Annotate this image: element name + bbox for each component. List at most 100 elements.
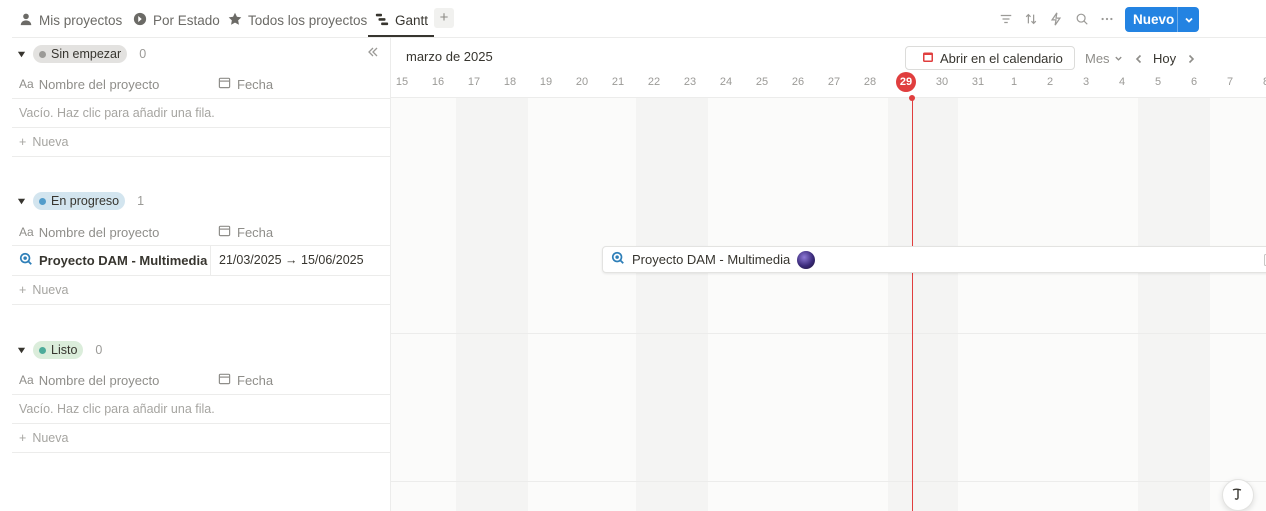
caret-down-icon[interactable] <box>17 343 27 358</box>
add-row-button[interactable]: + Nueva <box>12 423 390 452</box>
column-header-date[interactable]: Fecha <box>218 224 273 240</box>
plus-icon: + <box>19 283 27 297</box>
column-header-name[interactable]: Aa Nombre del proyecto <box>12 225 218 240</box>
day-label: 2 <box>1046 76 1054 88</box>
gantt-bar-label: Proyecto DAM - Multimedia <box>632 252 791 267</box>
today-line <box>912 98 913 511</box>
group-count: 0 <box>139 47 147 61</box>
table-row[interactable]: Proyecto DAM - Multimedia 21/03/2025 → 1… <box>12 245 390 275</box>
group-count: 0 <box>95 343 103 357</box>
column-header-row: Aa Nombre del proyecto Fecha <box>12 69 390 99</box>
add-view-button[interactable]: + <box>434 8 454 28</box>
status-label: En progreso <box>51 194 120 208</box>
project-date-cell[interactable]: 21/03/2025 → 15/06/2025 <box>211 253 364 267</box>
calendar-icon <box>218 372 231 388</box>
gantt-timeline[interactable]: marzo de 2025 Abrir en el calendario Mes… <box>390 38 1266 511</box>
day-label: 18 <box>503 76 517 88</box>
search-icon[interactable] <box>1074 11 1090 27</box>
day-label: 24 <box>719 76 733 88</box>
column-label: Nombre del proyecto <box>38 372 160 388</box>
more-icon[interactable] <box>1099 11 1115 27</box>
ai-assistant-button[interactable] <box>1222 479 1254 511</box>
group-header-en-progreso[interactable]: En progreso 1 <box>12 186 390 216</box>
add-row-button[interactable]: + Nueva <box>12 275 390 304</box>
status-badge: Listo <box>33 341 84 359</box>
status-label: Sin empezar <box>51 47 122 61</box>
status-dot <box>39 50 46 58</box>
view-mode-select[interactable]: Mes <box>1085 51 1123 66</box>
column-header-name[interactable]: Aa Nombre del proyecto <box>12 373 218 388</box>
add-row-button[interactable]: + Nueva <box>12 127 390 156</box>
row-divider <box>12 452 390 453</box>
status-dot <box>39 346 46 354</box>
empty-row-message[interactable]: Vacío. Haz clic para añadir una fila. <box>12 394 390 423</box>
sort-icon[interactable] <box>1023 11 1039 27</box>
open-calendar-button[interactable]: Abrir en el calendario <box>905 46 1075 70</box>
day-label: 23 <box>683 76 697 88</box>
day-label: 26 <box>791 76 805 88</box>
gantt-icon <box>375 12 389 29</box>
column-header-row: Aa Nombre del proyecto Fecha <box>12 217 390 247</box>
add-label: Nueva <box>32 431 69 445</box>
tab-label: Por Estado <box>153 12 220 28</box>
tab-label: Gantt <box>395 12 429 28</box>
tab-por-estado[interactable]: Por Estado <box>133 10 220 30</box>
plus-icon: + <box>19 431 27 445</box>
column-header-date[interactable]: Fecha <box>218 372 273 388</box>
empty-text: Vacío. Haz clic para añadir una fila. <box>19 402 215 416</box>
empty-row-message[interactable]: Vacío. Haz clic para añadir una fila. <box>12 98 390 127</box>
open-calendar-label: Abrir en el calendario <box>940 50 1063 66</box>
new-button[interactable]: Nuevo <box>1125 7 1199 32</box>
day-label: 15 <box>395 76 409 88</box>
status-dot <box>39 197 46 205</box>
calendar-icon <box>218 76 231 92</box>
day-label: 30 <box>935 76 949 88</box>
today-button[interactable]: Hoy <box>1153 51 1176 66</box>
tab-label: Todos los proyectos <box>248 12 368 28</box>
day-label: 3 <box>1082 76 1090 88</box>
column-header-date[interactable]: Fecha <box>218 76 273 92</box>
status-label: Listo <box>51 343 78 357</box>
day-label: 17 <box>467 76 481 88</box>
empty-text: Vacío. Haz clic para añadir una fila. <box>19 106 215 120</box>
caret-down-icon[interactable] <box>17 47 27 62</box>
weekend-column <box>888 98 958 511</box>
day-label: 4 <box>1118 76 1126 88</box>
avatar[interactable] <box>797 250 816 269</box>
month-title: marzo de 2025 <box>406 49 493 64</box>
column-header-name[interactable]: Aa Nombre del proyecto <box>12 77 218 92</box>
chevron-right-icon[interactable] <box>1186 52 1198 64</box>
group-header-listo[interactable]: Listo 0 <box>12 335 390 365</box>
group-header-sin-empezar[interactable]: Sin empezar 0 <box>12 39 390 69</box>
column-label: Nombre del proyecto <box>38 224 160 240</box>
person-icon <box>19 12 33 29</box>
day-label: 7 <box>1226 76 1234 88</box>
weekend-column <box>456 98 528 511</box>
column-label: Nombre del proyecto <box>38 76 160 92</box>
lightning-icon[interactable] <box>1048 11 1064 27</box>
tab-mis-proyectos[interactable]: Mis proyectos <box>19 10 122 30</box>
timeline-header: marzo de 2025 Abrir en el calendario Mes… <box>391 38 1266 98</box>
group-count: 1 <box>137 194 145 208</box>
group-divider <box>391 481 1266 482</box>
chevron-down-icon[interactable] <box>1178 15 1199 25</box>
gantt-bar[interactable]: Proyecto DAM - Multimedia <box>602 246 1266 273</box>
weekend-column <box>636 98 708 511</box>
day-label: 21 <box>611 76 625 88</box>
day-label: 1 <box>1010 76 1018 88</box>
day-label: 19 <box>539 76 553 88</box>
project-name-cell[interactable]: Proyecto DAM - Multimedia <box>12 245 211 275</box>
text-prop-icon: Aa <box>19 373 34 387</box>
collapse-panel-icon[interactable] <box>366 45 380 59</box>
add-label: Nueva <box>32 283 69 297</box>
column-header-row: Aa Nombre del proyecto Fecha <box>12 365 390 395</box>
tab-gantt[interactable]: Gantt <box>375 10 428 30</box>
caret-down-icon[interactable] <box>17 194 27 209</box>
day-label: 25 <box>755 76 769 88</box>
status-badge: Sin empezar <box>33 45 128 63</box>
tab-label: Mis proyectos <box>39 12 123 28</box>
chevron-left-icon[interactable] <box>1134 52 1146 64</box>
tab-todos-los-proyectos[interactable]: Todos los proyectos <box>228 10 367 30</box>
view-mode-label: Mes <box>1085 51 1110 66</box>
filter-icon[interactable] <box>998 11 1014 27</box>
